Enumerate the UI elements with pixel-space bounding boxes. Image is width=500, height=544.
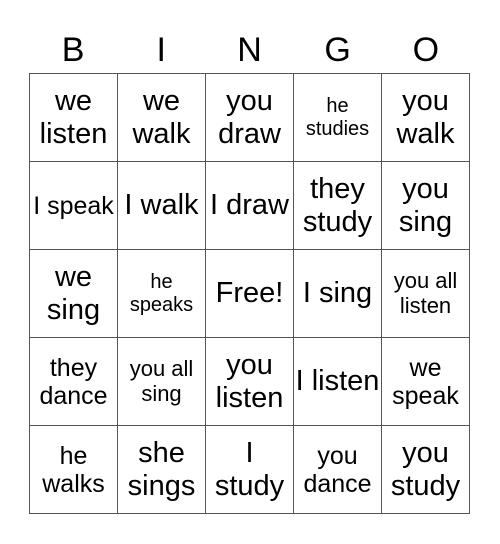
- bingo-cell-o4[interactable]: we speak: [382, 338, 470, 426]
- bingo-cell-n1[interactable]: you draw: [206, 74, 294, 162]
- bingo-cell-o2[interactable]: you sing: [382, 162, 470, 250]
- cell-text: Free!: [215, 277, 284, 310]
- cell-text: I draw: [210, 189, 289, 222]
- bingo-header: B I N G O: [29, 28, 471, 72]
- cell-text: they study: [302, 173, 373, 238]
- cell-text: I walk: [124, 189, 199, 222]
- cell-text: we speak: [392, 353, 459, 410]
- cell-text: you all sing: [129, 355, 194, 406]
- cell-text: she sings: [127, 437, 196, 502]
- cell-text: you sing: [398, 173, 453, 238]
- bingo-cell-g5[interactable]: you dance: [294, 426, 382, 514]
- cell-text: we listen: [39, 85, 108, 150]
- bingo-cell-g3[interactable]: I sing: [294, 250, 382, 338]
- bingo-cell-g1[interactable]: he studies: [294, 74, 382, 162]
- cell-text: you listen: [215, 349, 284, 414]
- bingo-cell-i1[interactable]: we walk: [118, 74, 206, 162]
- bingo-cell-b5[interactable]: he walks: [30, 426, 118, 514]
- bingo-cell-n5[interactable]: I study: [206, 426, 294, 514]
- cell-text: you study: [390, 437, 461, 502]
- bingo-cell-n2[interactable]: I draw: [206, 162, 294, 250]
- bingo-cell-o1[interactable]: you walk: [382, 74, 470, 162]
- bingo-cell-b1[interactable]: we listen: [30, 74, 118, 162]
- bingo-cell-o5[interactable]: you study: [382, 426, 470, 514]
- bingo-cell-i5[interactable]: she sings: [118, 426, 206, 514]
- header-letter-n: N: [237, 31, 262, 69]
- bingo-cell-n3[interactable]: Free!: [206, 250, 294, 338]
- cell-text: he walks: [42, 441, 105, 498]
- header-letter-o: O: [412, 31, 440, 69]
- bingo-grid: we listen we walk you draw he studies you wa…: [29, 73, 470, 514]
- header-letter-g: G: [324, 31, 351, 69]
- cell-text: I sing: [302, 277, 373, 310]
- bingo-cell-g4[interactable]: I listen: [294, 338, 382, 426]
- cell-text: I study: [214, 437, 285, 502]
- cell-text: you walk: [396, 85, 455, 150]
- cell-text: I listen: [295, 365, 380, 398]
- cell-text: they dance: [39, 353, 108, 410]
- bingo-cell-i4[interactable]: you all sing: [118, 338, 206, 426]
- bingo-cell-g2[interactable]: they study: [294, 162, 382, 250]
- cell-text: you draw: [218, 85, 281, 150]
- bingo-cell-i3[interactable]: he speaks: [118, 250, 206, 338]
- cell-text: we walk: [132, 85, 191, 150]
- bingo-cell-i2[interactable]: I walk: [118, 162, 206, 250]
- bingo-cell-b3[interactable]: we sing: [30, 250, 118, 338]
- cell-text: you all listen: [393, 267, 458, 318]
- header-letter-i: I: [156, 31, 166, 69]
- cell-text: you dance: [303, 441, 372, 498]
- bingo-cell-b2[interactable]: I speak: [30, 162, 118, 250]
- cell-text: we sing: [46, 261, 101, 326]
- bingo-cell-b4[interactable]: they dance: [30, 338, 118, 426]
- header-letter-b: B: [61, 31, 85, 69]
- cell-text: he speaks: [129, 271, 194, 316]
- cell-text: I speak: [33, 191, 114, 220]
- bingo-cell-o3[interactable]: you all listen: [382, 250, 470, 338]
- cell-text: he studies: [305, 95, 370, 140]
- bingo-cell-n4[interactable]: you listen: [206, 338, 294, 426]
